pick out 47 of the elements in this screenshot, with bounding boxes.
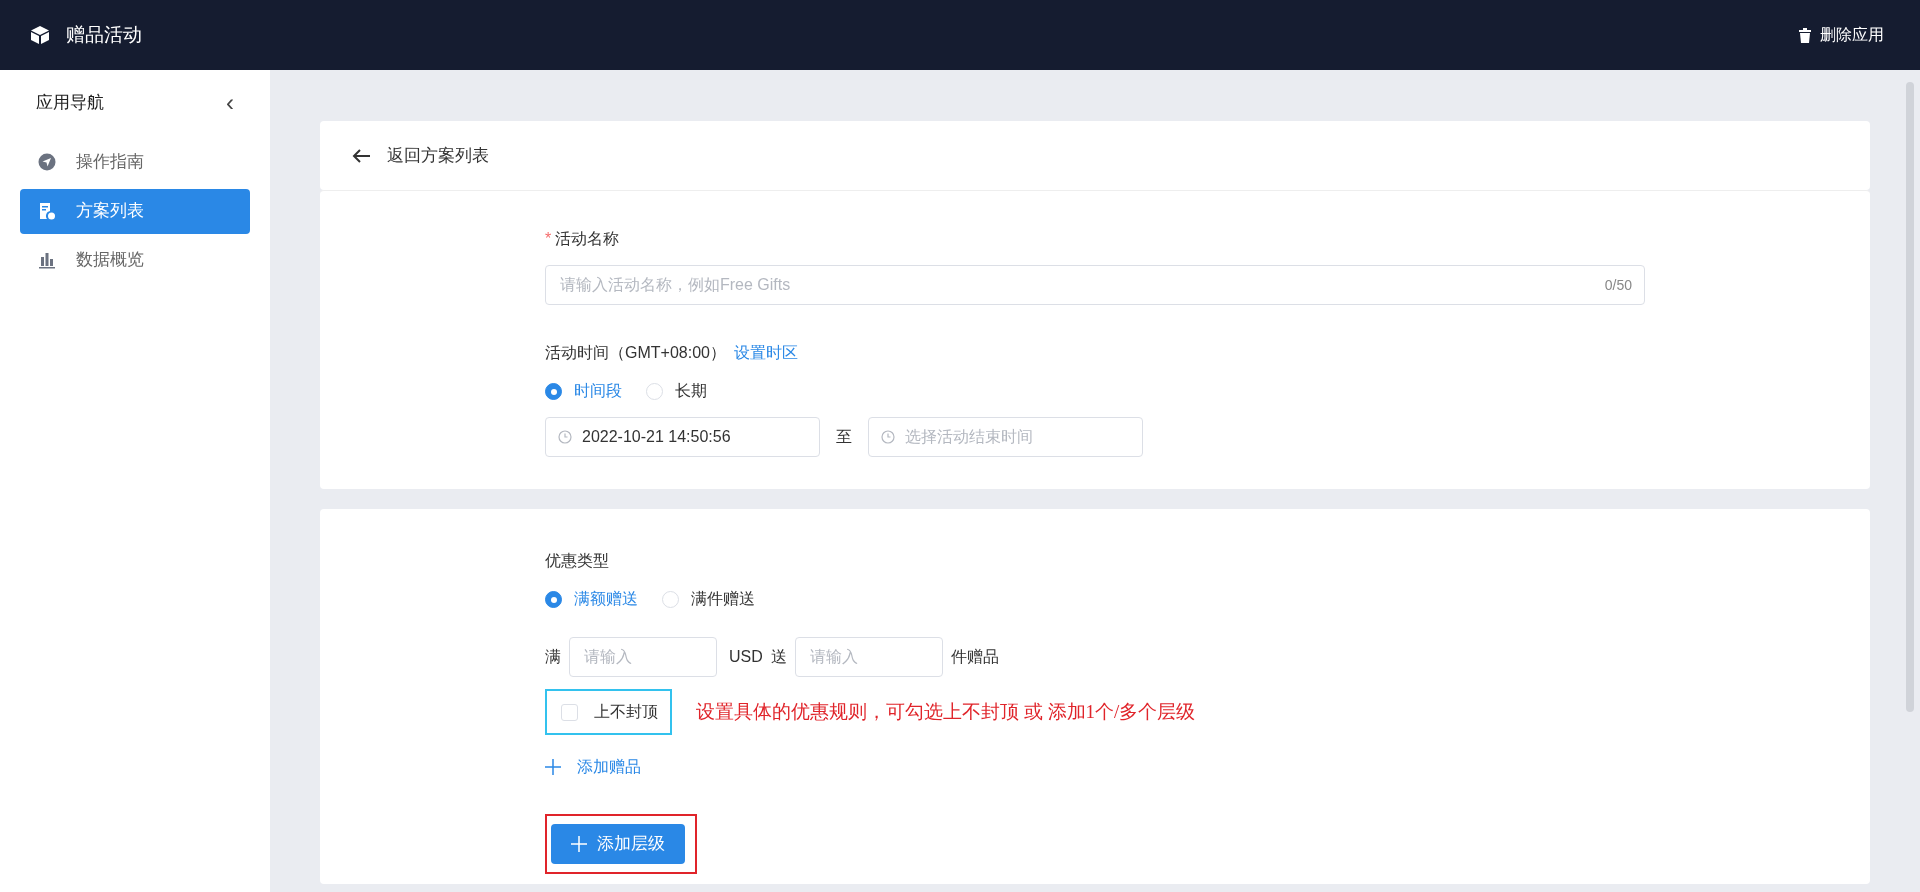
name-input[interactable]: 请输入活动名称，例如Free Gifts bbox=[558, 266, 1605, 304]
sidebar-item[interactable]: 方案列表 bbox=[20, 188, 250, 234]
annotation-text: 设置具体的优惠规则，可勾选上不封顶 或 添加1个/多个层级 bbox=[696, 699, 1196, 724]
range-separator: 至 bbox=[836, 427, 852, 447]
radio-option[interactable]: 长期 bbox=[646, 379, 707, 403]
sidebar-title: 应用导航 bbox=[36, 92, 104, 114]
compass-icon bbox=[38, 153, 56, 171]
sidebar-item[interactable]: 操作指南 bbox=[20, 139, 250, 185]
start-time-field[interactable]: 2022-10-21 14:50:56 bbox=[545, 417, 820, 457]
currency-label: USD bbox=[729, 647, 763, 667]
field-label: 活动时间（GMT+08:00） bbox=[545, 343, 726, 363]
plus-icon bbox=[545, 759, 561, 775]
delete-app-button[interactable]: 删除应用 bbox=[1792, 22, 1890, 48]
radio-option[interactable]: 满额赠送 bbox=[545, 587, 638, 611]
required-mark: * bbox=[545, 230, 552, 247]
plus-icon bbox=[571, 836, 587, 852]
timezone-link[interactable]: 设置时区 bbox=[733, 341, 798, 365]
radio-option[interactable]: 满件赠送 bbox=[662, 587, 755, 611]
app-title: 赠品活动 bbox=[66, 22, 142, 47]
gift-count-field[interactable]: 请输入 bbox=[794, 637, 943, 677]
sidebar-item[interactable]: 数据概览 bbox=[20, 237, 250, 283]
rule-text: 送 bbox=[770, 647, 787, 667]
amount-field[interactable]: 请输入 bbox=[569, 637, 717, 677]
back-arrow-icon bbox=[352, 147, 371, 164]
back-link[interactable]: 返回方案列表 bbox=[352, 142, 489, 169]
end-time-field[interactable]: 选择活动结束时间 bbox=[868, 417, 1143, 457]
clock-icon bbox=[558, 430, 572, 444]
bar-chart-icon bbox=[38, 251, 56, 269]
rule-text: 满 bbox=[545, 647, 561, 667]
document-icon bbox=[38, 202, 56, 220]
name-field[interactable]: 请输入活动名称，例如Free Gifts 0/50 bbox=[545, 265, 1645, 305]
gift-count-input[interactable]: 请输入 bbox=[807, 638, 930, 676]
cube-icon bbox=[30, 25, 50, 45]
add-level-button[interactable]: 添加层级 bbox=[551, 824, 685, 864]
add-gift-link[interactable]: 添加赠品 bbox=[545, 755, 641, 779]
amount-input[interactable]: 请输入 bbox=[582, 638, 704, 676]
start-time-input[interactable]: 2022-10-21 14:50:56 bbox=[580, 418, 807, 456]
trash-icon bbox=[1798, 27, 1812, 43]
end-time-input[interactable]: 选择活动结束时间 bbox=[903, 418, 1130, 456]
field-label: 活动名称 bbox=[555, 230, 620, 247]
radio-option[interactable]: 时间段 bbox=[545, 379, 622, 403]
clock-icon bbox=[881, 430, 895, 444]
char-count: 0/50 bbox=[1604, 275, 1632, 295]
checkbox[interactable]: 上不封顶 bbox=[561, 700, 658, 724]
rule-text: 件赠品 bbox=[950, 647, 999, 667]
field-label: 优惠类型 bbox=[545, 551, 610, 571]
collapse-button[interactable]: ‹ bbox=[226, 90, 234, 115]
